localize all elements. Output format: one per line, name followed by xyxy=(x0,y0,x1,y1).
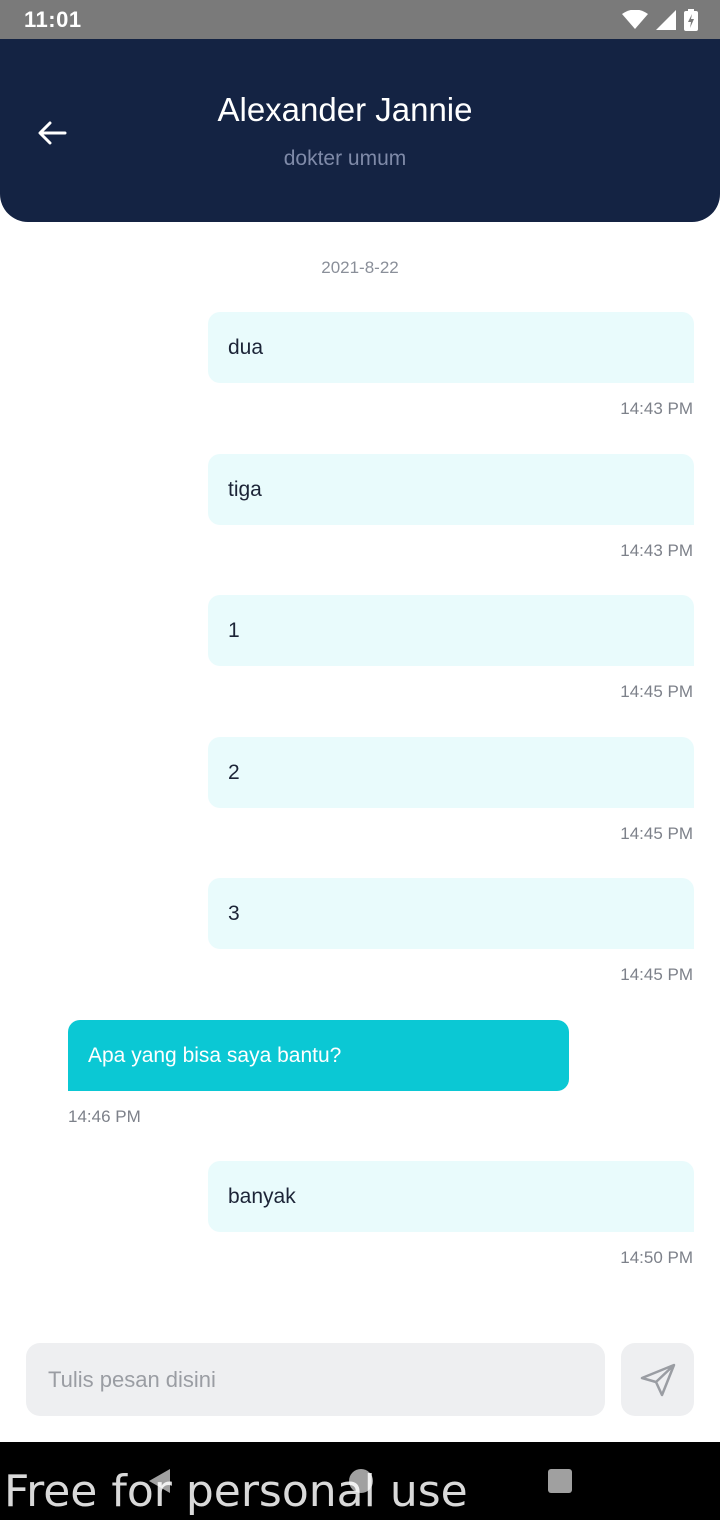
message-bubble-outgoing[interactable]: 2 xyxy=(208,737,694,808)
wifi-icon xyxy=(622,10,648,29)
system-nav-bar xyxy=(0,1442,720,1520)
status-time: 11:01 xyxy=(24,7,82,32)
nav-back-button[interactable] xyxy=(144,1466,174,1496)
nav-recents-button[interactable] xyxy=(545,1466,575,1496)
message-time: 14:43 PM xyxy=(620,541,693,560)
message-time: 14:45 PM xyxy=(620,682,693,701)
message-bubble-outgoing[interactable]: dua xyxy=(208,312,694,383)
nav-recents-icon xyxy=(548,1469,572,1493)
signal-icon xyxy=(656,10,676,30)
nav-home-icon xyxy=(349,1469,373,1493)
status-icons xyxy=(622,8,698,32)
send-button[interactable] xyxy=(621,1343,694,1416)
send-icon xyxy=(640,1363,675,1396)
chat-header: Alexander Jannie dokter umum xyxy=(0,39,720,222)
status-bar: 11:01 xyxy=(0,0,720,39)
message-bubble-incoming[interactable]: Apa yang bisa saya bantu? xyxy=(68,1020,569,1091)
battery-icon xyxy=(684,9,698,31)
contact-role: dokter umum xyxy=(283,147,407,170)
message-time: 14:50 PM xyxy=(620,1248,693,1267)
contact-name: Alexander Jannie xyxy=(217,91,473,128)
nav-back-icon xyxy=(149,1469,170,1493)
message-time: 14:43 PM xyxy=(620,399,693,418)
message-time: 14:45 PM xyxy=(620,965,693,984)
date-separator: 2021-8-22 xyxy=(321,258,399,277)
message-bubble-outgoing[interactable]: 1 xyxy=(208,595,694,666)
message-input[interactable] xyxy=(26,1343,605,1416)
message-time: 14:46 PM xyxy=(68,1107,141,1126)
message-time: 14:45 PM xyxy=(620,824,693,843)
nav-home-button[interactable] xyxy=(346,1466,376,1496)
message-bubble-outgoing[interactable]: 3 xyxy=(208,878,694,949)
message-bubble-outgoing[interactable]: tiga xyxy=(208,454,694,525)
message-bubble-outgoing[interactable]: banyak xyxy=(208,1161,694,1232)
